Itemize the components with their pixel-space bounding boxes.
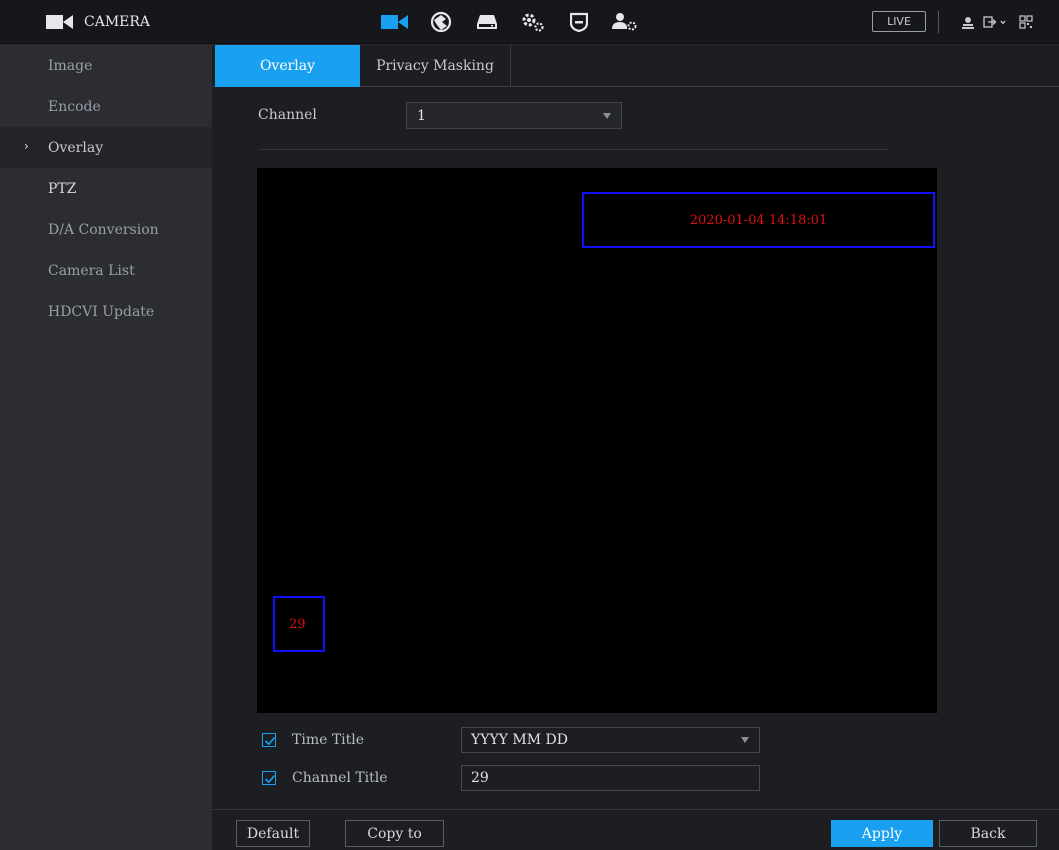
app-title: CAMERA <box>84 14 151 30</box>
chevron-down-icon <box>603 113 611 119</box>
shield-icon[interactable] <box>556 8 602 36</box>
sidebar-item-ptz[interactable]: PTZ <box>0 168 212 209</box>
time-format-value: YYYY MM DD <box>471 732 568 748</box>
sidebar-item-camera-list[interactable]: Camera List <box>0 250 212 291</box>
system-settings-icon[interactable] <box>510 8 556 36</box>
channel-select[interactable]: 1 <box>406 102 622 129</box>
channel-title-value: 29 <box>471 770 489 786</box>
account-icon[interactable] <box>602 8 648 36</box>
sidebar-item-da-conversion[interactable]: D/A Conversion <box>0 209 212 250</box>
time-title-checkbox[interactable] <box>262 733 276 747</box>
network-icon[interactable] <box>418 8 464 36</box>
tab-privacy-masking[interactable]: Privacy Masking <box>360 45 511 87</box>
header-divider <box>938 11 939 33</box>
channel-value: 1 <box>417 107 426 124</box>
time-title-label: Time Title <box>292 732 365 748</box>
logout-icon[interactable] <box>982 12 1008 32</box>
divider <box>258 149 888 150</box>
copy-to-button[interactable]: Copy to <box>345 820 444 847</box>
apply-button[interactable]: Apply <box>831 820 933 847</box>
sidebar-item-hdcvi-update[interactable]: HDCVI Update <box>0 291 212 332</box>
default-button[interactable]: Default <box>236 820 310 847</box>
sidebar-item-label: D/A Conversion <box>48 221 159 238</box>
live-button[interactable]: LIVE <box>872 11 926 32</box>
footer: Default Copy to Apply Back <box>212 809 1059 850</box>
sidebar-item-label: PTZ <box>48 180 77 197</box>
channel-title-row: Channel Title <box>262 765 388 791</box>
channel-title-checkbox[interactable] <box>262 771 276 785</box>
channel-label: Channel <box>258 107 317 123</box>
sidebar: Image Encode › Overlay PTZ D/A Conversio… <box>0 45 212 850</box>
qr-code-icon[interactable] <box>1018 12 1034 32</box>
channel-overlay-text: 29 <box>289 616 306 632</box>
back-button[interactable]: Back <box>939 820 1037 847</box>
user-icon[interactable] <box>961 12 975 32</box>
top-bar: CAMERA LIVE <box>0 0 1059 44</box>
sidebar-item-image[interactable]: Image <box>0 45 212 86</box>
sidebar-item-encode[interactable]: Encode <box>0 86 212 127</box>
time-overlay-box[interactable]: 2020-01-04 14:18:01 <box>582 192 935 248</box>
time-format-select[interactable]: YYYY MM DD <box>461 727 760 753</box>
sidebar-item-label: Encode <box>48 98 101 115</box>
channel-title-input[interactable]: 29 <box>461 765 760 791</box>
sidebar-item-label: Overlay <box>48 139 104 156</box>
camera-icon <box>46 14 74 30</box>
sidebar-item-label: HDCVI Update <box>48 303 155 320</box>
main-panel: Overlay Privacy Masking Channel 1 2020-0… <box>212 45 1059 850</box>
camera-icon[interactable] <box>372 8 418 36</box>
sidebar-item-label: Camera List <box>48 262 135 279</box>
channel-overlay-box[interactable]: 29 <box>273 596 325 652</box>
sidebar-item-label: Image <box>48 57 93 74</box>
chevron-down-icon <box>741 737 749 743</box>
time-title-row: Time Title <box>262 727 364 753</box>
tab-overlay[interactable]: Overlay <box>215 45 360 87</box>
chevron-right-icon: › <box>24 139 29 153</box>
time-overlay-text: 2020-01-04 14:18:01 <box>689 212 828 228</box>
storage-icon[interactable] <box>464 8 510 36</box>
tab-bar: Overlay Privacy Masking <box>212 45 1059 87</box>
sidebar-item-overlay[interactable]: › Overlay <box>0 127 212 168</box>
app-brand: CAMERA <box>46 0 150 44</box>
video-preview[interactable]: 2020-01-04 14:18:01 29 <box>257 168 937 713</box>
channel-title-label: Channel Title <box>292 770 388 786</box>
main-nav <box>372 8 648 36</box>
